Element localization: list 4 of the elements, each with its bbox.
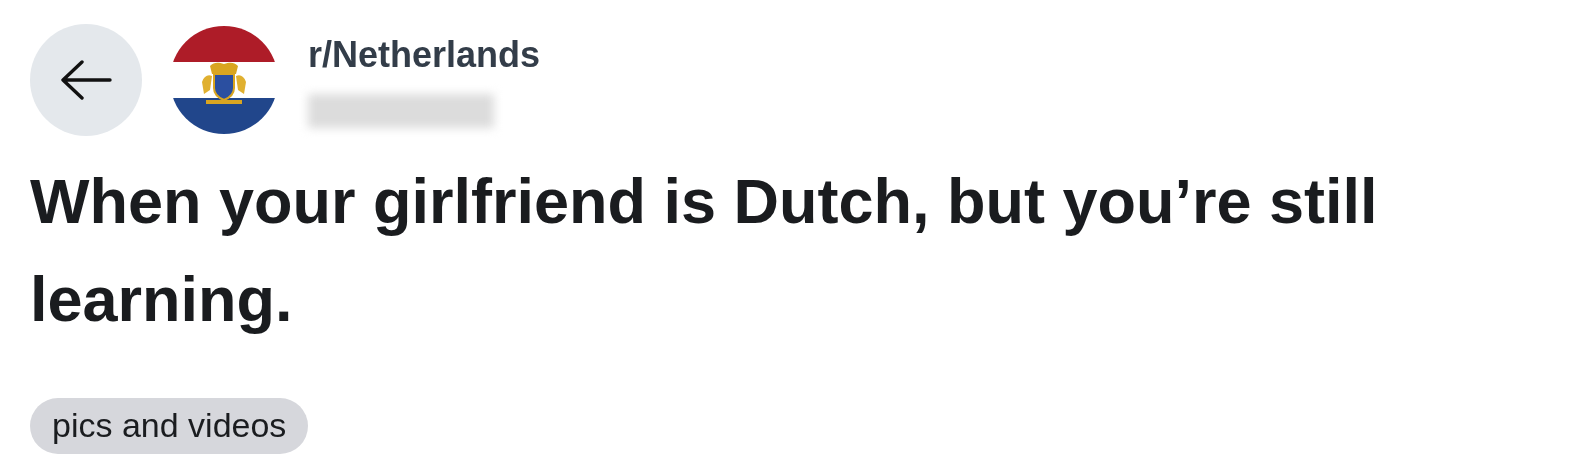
post-title: When your girlfriend is Dutch, but you’re still learning. [30, 165, 1379, 336]
flair-tag[interactable]: pics and videos [30, 398, 309, 454]
community-name[interactable]: r/Netherlands [308, 34, 541, 76]
back-arrow-icon [60, 60, 112, 100]
